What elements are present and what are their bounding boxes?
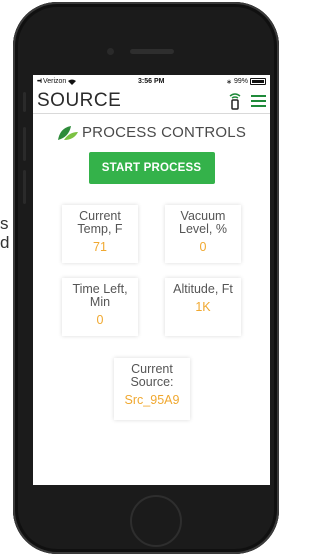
- home-button[interactable]: [130, 495, 182, 547]
- device-icon[interactable]: [229, 92, 241, 110]
- status-bar: •••ll Verizon 3:56 PM ∗ 99%: [33, 75, 270, 88]
- battery-icon: [250, 78, 266, 85]
- stat-value: 0: [96, 313, 104, 327]
- mute-switch: [23, 92, 26, 112]
- page-title: PROCESS CONTROLS: [81, 124, 247, 141]
- battery-percent: 99%: [233, 78, 248, 85]
- background-text-fragment: s: [0, 214, 9, 233]
- signal-icon: •••ll: [37, 78, 42, 85]
- stat-label: Time Left, Min: [72, 282, 128, 309]
- carrier-label: Verizon: [42, 78, 67, 85]
- earpiece-speaker: [130, 49, 174, 54]
- volume-down-button: [23, 170, 26, 204]
- stat-value: Src_95A9: [124, 393, 180, 407]
- menu-icon[interactable]: [251, 94, 266, 107]
- stat-card-current-temp: Current Temp, F 71: [62, 205, 138, 263]
- stat-label: Current Temp, F: [77, 209, 123, 236]
- stat-value: 0: [199, 240, 207, 254]
- stat-card-vacuum-level: Vacuum Level, % 0: [165, 205, 241, 263]
- stat-label: Current Source:: [130, 362, 174, 389]
- front-camera: [107, 48, 114, 55]
- volume-up-button: [23, 127, 26, 161]
- brand-logo: SOURCE: [37, 89, 122, 111]
- stat-value: 71: [93, 240, 107, 254]
- bluetooth-icon: ∗: [226, 78, 232, 86]
- start-process-button[interactable]: START PROCESS: [88, 152, 215, 184]
- leaf-logo-icon: [57, 125, 78, 140]
- wifi-icon: [68, 79, 77, 85]
- stat-card-time-left: Time Left, Min 0: [62, 278, 138, 336]
- title-row: PROCESS CONTROLS: [33, 124, 270, 141]
- stat-card-altitude: Altitude, Ft 1K: [165, 278, 241, 336]
- app-screen: •••ll Verizon 3:56 PM ∗ 99% SOURCE PROCE…: [33, 75, 270, 485]
- stat-label: Altitude, Ft: [173, 282, 233, 296]
- app-header: SOURCE: [33, 88, 270, 114]
- background-text-fragment: d: [0, 233, 10, 252]
- stat-label: Vacuum Level, %: [179, 209, 227, 236]
- stat-card-current-source: Current Source: Src_95A9: [114, 358, 190, 420]
- stat-value: 1K: [195, 300, 211, 314]
- status-time: 3:56 PM: [137, 78, 165, 85]
